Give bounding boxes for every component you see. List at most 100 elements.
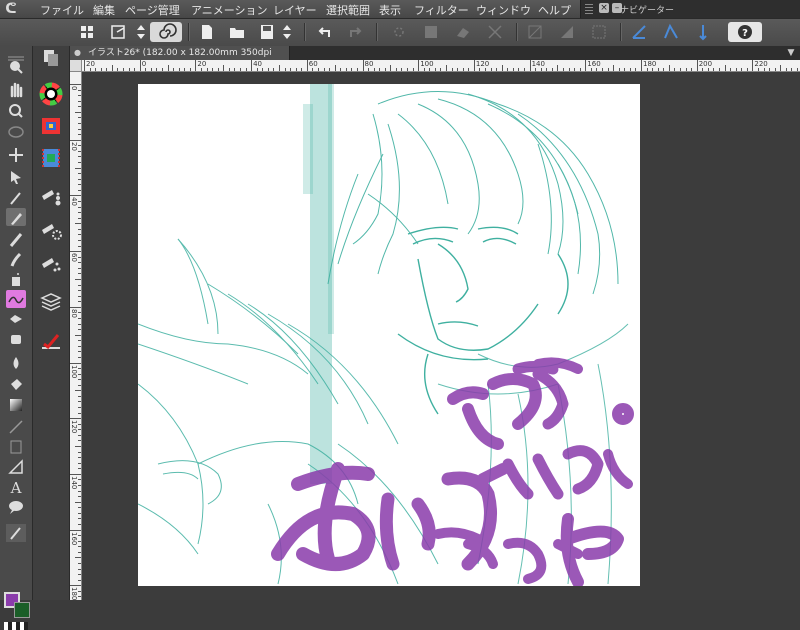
ruler-tick <box>178 68 180 71</box>
brush-icon[interactable] <box>6 250 26 268</box>
magnifier-icon[interactable] <box>6 102 26 120</box>
ruler-tick <box>479 68 481 71</box>
grip-icon[interactable] <box>585 4 593 14</box>
tool-property-icon[interactable] <box>39 220 63 244</box>
ruler-tick <box>111 65 113 71</box>
gradient-icon[interactable] <box>6 396 26 414</box>
open-folder-icon[interactable] <box>226 22 248 42</box>
select-icon[interactable] <box>6 168 26 186</box>
animation-icon[interactable] <box>39 146 63 170</box>
ruler-tick <box>245 68 247 71</box>
artwork <box>138 84 634 586</box>
menu-help[interactable]: ヘルプ <box>538 2 571 18</box>
pen-icon[interactable] <box>6 208 26 226</box>
document-tab[interactable]: イラスト26* (182.00 x 182.00mm 350dpi 51.3%) <box>70 46 290 72</box>
lasso-icon[interactable] <box>6 124 26 142</box>
pencil-icon[interactable] <box>6 230 26 248</box>
subtool-icon[interactable] <box>39 46 63 70</box>
ruler-tick <box>78 468 81 470</box>
ruler-tick <box>78 206 81 208</box>
ruler-tick <box>551 68 553 71</box>
menu-layer[interactable]: レイヤー <box>273 2 317 18</box>
palette-grip-icon[interactable] <box>6 50 26 61</box>
tab-close-icon[interactable]: ● <box>74 49 82 57</box>
menu-selection[interactable]: 選択範囲 <box>326 2 370 18</box>
stepper-icon[interactable] <box>130 22 145 42</box>
ruler-tick <box>418 60 420 71</box>
ruler-icon[interactable] <box>6 458 26 476</box>
ruler-tick <box>657 68 659 71</box>
line-icon[interactable] <box>6 418 26 436</box>
ruler-tick <box>78 173 81 175</box>
ruler-tick <box>167 65 169 71</box>
correction-icon[interactable] <box>6 524 26 542</box>
tool-palette: A <box>0 46 33 630</box>
sub-tool-icon[interactable] <box>39 254 63 278</box>
app-logo-icon[interactable]: ᕦ <box>3 1 19 17</box>
layer-property-icon[interactable] <box>39 330 63 354</box>
help-icon[interactable]: ? <box>728 22 762 42</box>
text-icon[interactable]: A <box>6 478 26 497</box>
grid-layout-icon[interactable] <box>76 22 98 42</box>
menu-edit[interactable]: 編集 <box>93 2 115 18</box>
menu-view[interactable]: 表示 <box>379 2 401 18</box>
ruler-tick <box>78 323 81 325</box>
ruler-tick <box>702 68 704 71</box>
ruler-tick <box>78 100 81 102</box>
balloon-icon[interactable] <box>6 498 26 516</box>
snap-ruler-icon[interactable] <box>628 22 650 42</box>
ruler-tick <box>78 590 81 592</box>
ruler-tick <box>145 68 147 71</box>
ruler-tick <box>574 68 576 71</box>
ruler-tick <box>234 68 236 71</box>
transparent-color-swatch[interactable] <box>4 622 28 630</box>
menu-file[interactable]: ファイル <box>40 2 84 18</box>
chevron-down-icon[interactable]: ▼ <box>784 46 798 60</box>
ruler-tick <box>490 68 492 71</box>
ruler-label: 0 <box>141 60 147 68</box>
ruler-tick <box>75 446 81 448</box>
new-file-icon[interactable] <box>196 22 218 42</box>
ruler-tick <box>757 68 759 71</box>
navigator-panel-header: × – <box>580 0 800 18</box>
undo-icon[interactable] <box>314 22 336 42</box>
color-set-icon[interactable] <box>39 114 63 138</box>
ruler-tick <box>78 290 81 292</box>
blend-icon[interactable] <box>6 330 26 348</box>
snap-special-ruler-icon[interactable] <box>660 22 682 42</box>
close-icon[interactable]: × <box>599 3 609 13</box>
menu-filter[interactable]: フィルター <box>414 2 469 18</box>
ruler-tick <box>78 317 81 319</box>
frame-icon[interactable] <box>6 438 26 456</box>
drawing-canvas[interactable] <box>138 84 640 586</box>
ruler-label: 160 <box>587 60 601 68</box>
snap-grid-icon[interactable] <box>692 22 714 42</box>
fill-tool-icon[interactable] <box>6 354 26 372</box>
ruler-tick <box>468 68 470 71</box>
spiral-icon[interactable] <box>150 22 182 42</box>
move-icon[interactable] <box>6 146 26 164</box>
decoration-icon[interactable] <box>6 290 26 308</box>
ruler-tick <box>563 68 565 71</box>
bucket-icon[interactable] <box>6 376 26 394</box>
ruler-tick <box>769 68 771 71</box>
layer-icon[interactable] <box>39 290 63 314</box>
airbrush-icon[interactable] <box>6 270 26 288</box>
brush-size-icon[interactable] <box>39 186 63 210</box>
menu-animation[interactable]: アニメーション <box>191 2 268 18</box>
save-icon[interactable] <box>256 22 278 42</box>
color-wheel-icon[interactable] <box>39 82 63 106</box>
sub-color-swatch[interactable] <box>14 602 30 618</box>
hand-icon[interactable] <box>6 80 26 98</box>
menu-page[interactable]: ページ管理 <box>125 2 180 18</box>
eraser-tool-icon[interactable] <box>6 310 26 328</box>
stepper-icon-2[interactable] <box>276 22 291 42</box>
zoom-icon[interactable] <box>6 58 26 76</box>
menu-window[interactable]: ウィンドウ <box>476 2 531 18</box>
ruler-tick <box>752 60 754 71</box>
eyedropper-icon[interactable] <box>6 188 26 206</box>
export-icon[interactable] <box>108 22 130 42</box>
ruler-tick <box>75 111 81 113</box>
ruler-tick <box>78 156 81 158</box>
ruler-tick <box>679 68 681 71</box>
